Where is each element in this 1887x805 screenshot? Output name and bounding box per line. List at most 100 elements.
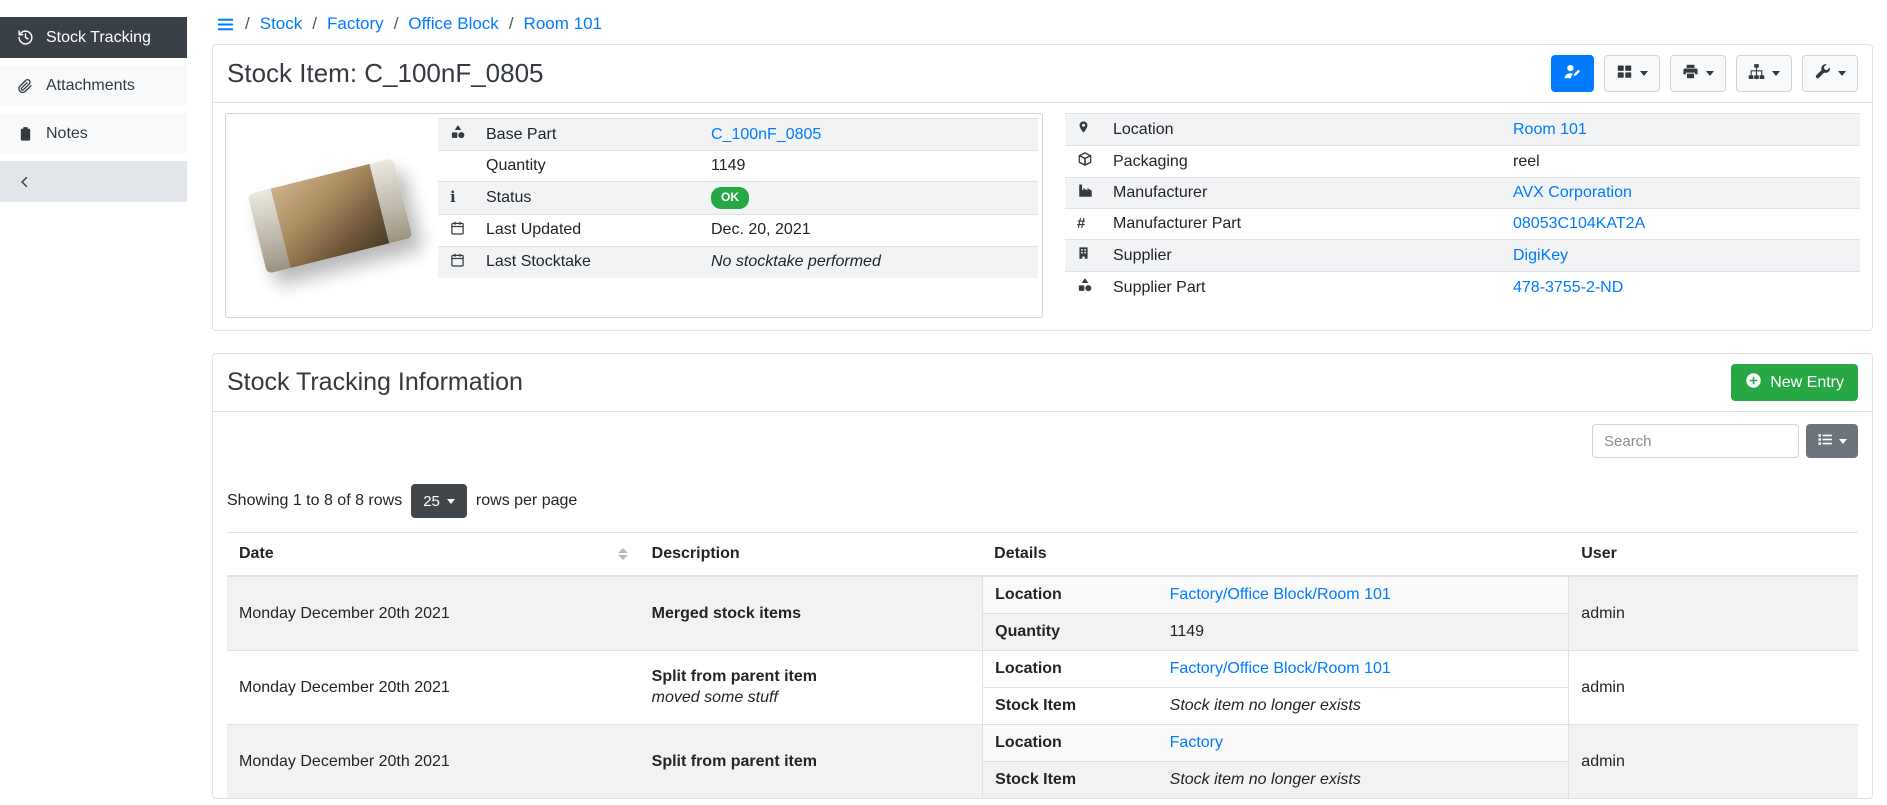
row-description: Split from parent item: [640, 725, 983, 799]
quantity-value: 1149: [699, 151, 1038, 182]
print-actions-button[interactable]: [1670, 55, 1726, 92]
page-size-value: 25: [423, 493, 440, 510]
pagination-info: Showing 1 to 8 of 8 rows: [227, 492, 402, 510]
detail-row: Manufacturer Part 08053C104KAT2A: [1065, 209, 1860, 240]
details-subtable: Location Factory/Office Block/Room 101 S…: [982, 651, 1569, 724]
plus-circle-icon: [1745, 372, 1762, 394]
row-date: Monday December 20th 2021: [227, 576, 640, 651]
detail-label: Manufacturer: [1101, 178, 1501, 209]
breadcrumb-separator: /: [509, 14, 514, 34]
manufacturer-part-link[interactable]: 08053C104KAT2A: [1513, 215, 1645, 232]
sidebar-item-label: Attachments: [46, 77, 135, 95]
stock-item-card: Stock Item: C_100nF_0805: [212, 44, 1873, 331]
user-edit-icon: [1563, 63, 1582, 85]
table-row: Monday December 20th 2021 Merged stock i…: [227, 576, 1858, 651]
detail-value: 1149: [1158, 614, 1569, 651]
search-input[interactable]: [1592, 424, 1799, 458]
location-link[interactable]: Factory: [1170, 734, 1223, 751]
sidebar-item-stock-tracking[interactable]: Stock Tracking: [0, 17, 187, 58]
sidebar-item-label: Stock Tracking: [46, 29, 151, 47]
info-icon: [450, 189, 456, 206]
detail-subrow: Stock Item Stock item no longer exists: [983, 762, 1569, 799]
column-header-description: Description: [640, 533, 983, 577]
supplier-link[interactable]: DigiKey: [1513, 247, 1568, 264]
breadcrumb-link-factory[interactable]: Factory: [327, 14, 384, 34]
chevron-down-icon: [1640, 71, 1648, 76]
chevron-down-icon: [447, 499, 455, 504]
item-details-right-wrap: Location Room 101 Packaging reel Manufac…: [1065, 113, 1860, 303]
table-toolbar: [227, 424, 1858, 458]
detail-row: Packaging reel: [1065, 146, 1860, 178]
detail-label: Status: [474, 182, 699, 215]
chevron-down-icon: [1706, 71, 1714, 76]
location-link[interactable]: Room 101: [1513, 121, 1587, 138]
detail-subrow: Location Factory/Office Block/Room 101: [983, 651, 1569, 688]
breadcrumb-link-office-block[interactable]: Office Block: [408, 14, 498, 34]
detail-value: Stock item no longer exists: [1158, 762, 1569, 799]
detail-row: Last Stocktake No stocktake performed: [438, 246, 1038, 278]
new-entry-button[interactable]: New Entry: [1731, 364, 1858, 401]
stock-tracking-body: Showing 1 to 8 of 8 rows 25 rows per pag…: [213, 412, 1872, 798]
sidebar-item-label: Notes: [46, 125, 88, 143]
detail-subrow: Stock Item Stock item no longer exists: [983, 688, 1569, 725]
detail-label: Supplier: [1101, 240, 1501, 272]
edit-actions-button[interactable]: [1802, 55, 1858, 92]
detail-label: Base Part: [474, 119, 699, 151]
column-label: Details: [994, 545, 1046, 562]
transfer-actions-button[interactable]: [1736, 55, 1792, 92]
row-description: Merged stock items: [640, 576, 983, 651]
detail-label: Manufacturer Part: [1101, 209, 1501, 240]
row-date: Monday December 20th 2021: [227, 725, 640, 799]
stock-item-card-body: Base Part C_100nF_0805 Quantity 1149 Sta…: [213, 103, 1872, 330]
table-row: Monday December 20th 2021 Split from par…: [227, 651, 1858, 725]
breadcrumb-separator: /: [245, 14, 250, 34]
row-user: admin: [1569, 651, 1858, 725]
detail-row: Base Part C_100nF_0805: [438, 119, 1038, 151]
breadcrumb-link-stock[interactable]: Stock: [260, 14, 303, 34]
sidebar-collapse-button[interactable]: [0, 161, 187, 202]
pagination-bar: Showing 1 to 8 of 8 rows 25 rows per pag…: [227, 484, 1858, 518]
chevron-left-icon: [16, 175, 34, 189]
location-link[interactable]: Factory/Office Block/Room 101: [1170, 660, 1391, 677]
sidebar: Stock Tracking Attachments Notes: [0, 0, 187, 202]
detail-label: Location: [983, 651, 1158, 688]
sitemap-icon: [1748, 63, 1765, 85]
part-thumbnail[interactable]: [230, 118, 430, 313]
base-part-link[interactable]: C_100nF_0805: [711, 126, 821, 143]
paperclip-icon: [16, 78, 34, 94]
capacitor-body: [271, 163, 390, 267]
column-label: User: [1581, 545, 1617, 562]
detail-subrow: Location Factory/Office Block/Room 101: [983, 577, 1569, 614]
wrench-icon: [1814, 63, 1831, 85]
column-header-date[interactable]: Date: [227, 533, 640, 577]
table-columns-button[interactable]: [1806, 424, 1858, 458]
hash-icon: [1077, 215, 1085, 232]
detail-row: Supplier DigiKey: [1065, 240, 1860, 272]
supplier-part-link[interactable]: 478-3755-2-ND: [1513, 279, 1623, 296]
industry-icon: [1077, 185, 1094, 202]
stock-tracking-card: Stock Tracking Information New Entry: [212, 353, 1873, 799]
detail-label: Stock Item: [983, 762, 1158, 799]
breadcrumb-link-room-101[interactable]: Room 101: [524, 14, 602, 34]
detail-row: Status OK: [438, 182, 1038, 215]
detail-label: Quantity: [474, 151, 699, 182]
calendar-icon: [450, 223, 465, 240]
page-size-button[interactable]: 25: [411, 484, 467, 518]
row-user: admin: [1569, 576, 1858, 651]
sidebar-item-notes[interactable]: Notes: [0, 113, 187, 154]
section-title: Stock Tracking Information: [227, 368, 523, 397]
detail-label: Stock Item: [983, 688, 1158, 725]
sidebar-item-attachments[interactable]: Attachments: [0, 65, 187, 106]
last-updated-value: Dec. 20, 2021: [699, 214, 1038, 246]
stock-actions-button[interactable]: [1604, 55, 1660, 92]
packaging-value: reel: [1501, 146, 1860, 178]
details-subtable: Location Factory Stock Item Stock item n…: [982, 725, 1569, 798]
manufacturer-link[interactable]: AVX Corporation: [1513, 184, 1632, 201]
map-marker-icon: [1077, 122, 1090, 139]
detail-label: Last Stocktake: [474, 246, 699, 278]
user-actions-button[interactable]: [1551, 55, 1594, 92]
hamburger-icon[interactable]: [216, 15, 235, 34]
location-link[interactable]: Factory/Office Block/Room 101: [1170, 586, 1391, 603]
grid-icon: [1616, 63, 1633, 85]
chevron-down-icon: [1772, 71, 1780, 76]
